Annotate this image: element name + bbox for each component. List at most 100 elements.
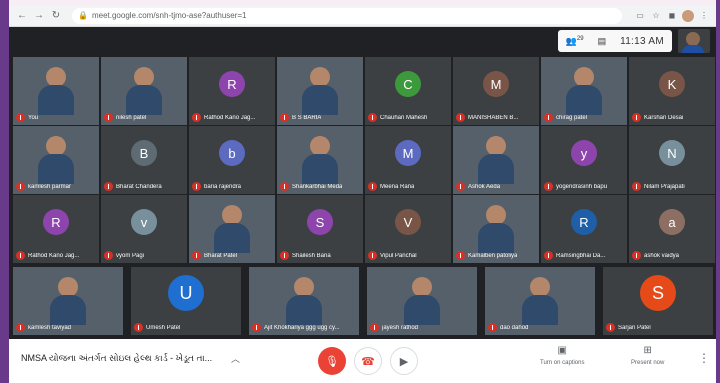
participant-name: You bbox=[28, 114, 39, 121]
mic-muted-icon bbox=[16, 323, 25, 332]
participant-video-face bbox=[222, 205, 242, 225]
participant-tile[interactable]: M MANISHABEN B... bbox=[453, 57, 539, 125]
participant-label: Rathod Kano Jag... bbox=[192, 113, 273, 122]
extension-icon[interactable]: ◼ bbox=[666, 10, 678, 22]
participant-tile[interactable]: V Vipul Panchal bbox=[365, 195, 451, 263]
participant-name: jayesh rathod bbox=[382, 324, 419, 331]
participant-tile[interactable]: v vyom Pagi bbox=[101, 195, 187, 263]
participant-tile[interactable]: R Ramsingbhai Da... bbox=[541, 195, 627, 263]
participant-label: Ramsingbhai Da... bbox=[544, 251, 625, 260]
people-button[interactable]: 👥29 bbox=[566, 36, 584, 47]
participant-tile[interactable]: chirag patel bbox=[541, 57, 627, 125]
people-icon: 👥 bbox=[565, 35, 577, 46]
participant-video-body bbox=[302, 154, 338, 184]
mic-muted-icon bbox=[606, 323, 615, 332]
self-view-thumbnail[interactable] bbox=[678, 29, 710, 53]
participant-name: kamlesh taviyad bbox=[28, 324, 72, 331]
captions-button[interactable]: ▣ Turn on captions bbox=[540, 345, 584, 366]
participant-tile[interactable]: nilesh patel bbox=[101, 57, 187, 125]
mic-muted-icon bbox=[368, 113, 377, 122]
participant-tile[interactable]: U Umesh Patel bbox=[131, 267, 241, 335]
participant-name: baria rajendra bbox=[204, 183, 242, 190]
participant-video-face bbox=[486, 205, 506, 225]
participant-tile[interactable]: Shankarbhai Meda bbox=[277, 126, 363, 194]
camera-toggle-button[interactable]: ▶ bbox=[390, 347, 418, 375]
participant-tile[interactable]: C Chauhan Mahesh bbox=[365, 57, 451, 125]
participant-tile[interactable]: kamlesh taviyad bbox=[13, 267, 123, 335]
participant-tile[interactable]: You bbox=[13, 57, 99, 125]
participant-name: Kamalben patoliya bbox=[468, 252, 518, 259]
participant-name: Shailesh Baria bbox=[292, 252, 331, 259]
reload-icon[interactable]: ↻ bbox=[49, 10, 63, 21]
present-button[interactable]: ⊞ Present now bbox=[631, 345, 664, 366]
participant-tile[interactable]: S Shailesh Baria bbox=[277, 195, 363, 263]
participant-label: Shailesh Baria bbox=[280, 251, 361, 260]
meeting-info-pill: 👥29 ▤ 11:13 AM bbox=[557, 30, 672, 52]
participant-avatar: y bbox=[571, 140, 597, 166]
participant-avatar: M bbox=[395, 140, 421, 166]
mic-toggle-button[interactable]: 🎙 bbox=[318, 347, 346, 375]
mic-muted-icon bbox=[16, 182, 25, 191]
mic-muted-icon bbox=[456, 113, 465, 122]
chat-icon[interactable]: ▤ bbox=[598, 36, 607, 47]
forward-icon[interactable]: → bbox=[32, 10, 46, 21]
mic-muted-icon bbox=[252, 323, 261, 332]
participant-tile[interactable]: K Karshan Desai bbox=[629, 57, 715, 125]
mic-muted-icon bbox=[104, 251, 113, 260]
participant-tile[interactable]: S Sarjan Patel bbox=[603, 267, 713, 335]
participant-name: dao dahod bbox=[500, 324, 529, 331]
participant-name: Rathod Kano Jag... bbox=[204, 114, 256, 121]
participant-label: jayesh rathod bbox=[370, 323, 475, 332]
participant-label: Vipul Panchal bbox=[368, 251, 449, 260]
participant-label: Bharat Chandera bbox=[104, 182, 185, 191]
chevron-up-icon[interactable]: ︿ bbox=[231, 352, 240, 365]
participant-video-body bbox=[566, 85, 602, 115]
participant-avatar: a bbox=[659, 209, 685, 235]
meeting-title[interactable]: NMSA યોજના અંતર્ગત સોઇલ હેલ્થ કાર્ડ - ખે… bbox=[21, 353, 212, 364]
participant-tile[interactable]: dao dahod bbox=[485, 267, 595, 335]
mic-muted-icon bbox=[368, 182, 377, 191]
mic-muted-icon bbox=[192, 113, 201, 122]
participant-avatar: R bbox=[571, 209, 597, 235]
leave-call-button[interactable]: ☎ bbox=[354, 347, 382, 375]
more-options-icon[interactable]: ⋮ bbox=[698, 351, 710, 365]
address-bar[interactable]: 🔒 meet.google.com/snh-tjmo-ase?authuser=… bbox=[72, 7, 622, 24]
participant-tile[interactable]: B S BARIA bbox=[277, 57, 363, 125]
participant-tile[interactable]: R Rathod Kano Jag... bbox=[189, 57, 275, 125]
participant-tile[interactable]: R Rathod Kano Jag... bbox=[13, 195, 99, 263]
participant-label: kamlesh taviyad bbox=[16, 323, 121, 332]
participant-tile[interactable]: M Meena Rana bbox=[365, 126, 451, 194]
participant-tile[interactable]: b baria rajendra bbox=[189, 126, 275, 194]
participant-tile[interactable]: Ajit Khokhariya ggg ugg cy... bbox=[249, 267, 359, 335]
participant-label: Ashok Aeda bbox=[456, 182, 537, 191]
mic-muted-icon bbox=[368, 251, 377, 260]
mic-muted-icon bbox=[280, 251, 289, 260]
participant-tile[interactable]: y yogendrasinh bapu bbox=[541, 126, 627, 194]
participant-video-body bbox=[38, 154, 74, 184]
cast-icon[interactable]: ▭ bbox=[634, 10, 646, 22]
participant-tile[interactable]: jayesh rathod bbox=[367, 267, 477, 335]
participant-tile[interactable]: kamlesh parmar bbox=[13, 126, 99, 194]
mic-muted-icon bbox=[280, 182, 289, 191]
participant-tile[interactable]: B Bharat Chandera bbox=[101, 126, 187, 194]
participant-label: kamlesh parmar bbox=[16, 182, 97, 191]
participant-tile[interactable]: a ashok vaidya bbox=[629, 195, 715, 263]
profile-icon[interactable] bbox=[682, 9, 694, 22]
mic-muted-icon bbox=[544, 113, 553, 122]
mic-muted-icon bbox=[16, 251, 25, 260]
participant-tile[interactable]: Ashok Aeda bbox=[453, 126, 539, 194]
back-icon[interactable]: ← bbox=[15, 10, 29, 21]
star-icon[interactable]: ☆ bbox=[650, 10, 662, 22]
participant-tile[interactable]: Kamalben patoliya bbox=[453, 195, 539, 263]
participant-label: ashok vaidya bbox=[632, 251, 713, 260]
mic-muted-icon bbox=[632, 182, 641, 191]
menu-icon[interactable]: ⋮ bbox=[698, 10, 710, 22]
participant-tile[interactable]: N Nilam Prajapati bbox=[629, 126, 715, 194]
participant-avatar: B bbox=[131, 140, 157, 166]
participant-video-body bbox=[478, 223, 514, 253]
participant-label: You bbox=[16, 113, 97, 122]
mic-muted-icon bbox=[488, 323, 497, 332]
participant-name: Vipul Panchal bbox=[380, 252, 417, 259]
participant-tile[interactable]: Bharat Patel bbox=[189, 195, 275, 263]
participant-avatar: R bbox=[219, 71, 245, 97]
